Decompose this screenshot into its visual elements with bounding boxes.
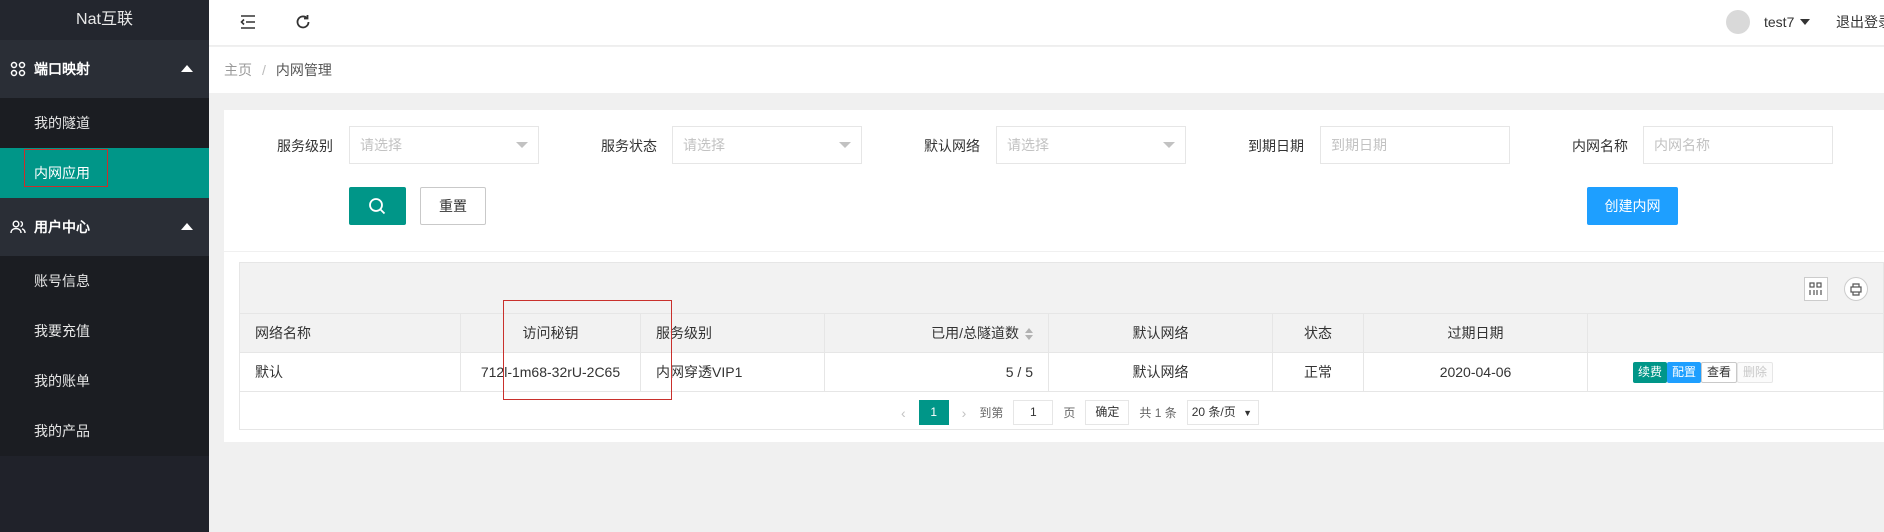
logout-link[interactable]: 退出登录 [1836,12,1884,32]
cell-tunnels: 5 / 5 [825,353,1049,391]
col-access-key: 访问秘钥 [461,314,641,352]
print-icon[interactable] [1844,277,1868,301]
service-status-label: 服务状态 [601,138,657,154]
avatar [1726,10,1750,34]
col-default-network: 默认网络 [1049,314,1273,352]
col-actions [1588,314,1883,352]
input-placeholder: 到期日期 [1331,137,1387,153]
service-level-label: 服务级别 [277,138,333,154]
cell-network-name: 默认 [240,353,461,391]
next-page-icon[interactable]: › [962,405,967,421]
columns-icon[interactable] [1804,277,1828,301]
goto-suffix: 页 [1063,406,1076,420]
network-name-input[interactable]: 内网名称 [1643,126,1833,164]
main-card: 服务级别 请选择 服务状态 请选择 默认网络 请选择 到期日期 到期日期 内网名… [224,110,1884,442]
caret-down-icon [1800,19,1811,25]
divider [224,251,1884,252]
input-placeholder: 内网名称 [1654,137,1710,153]
cell-service-level: 内网穿透VIP1 [641,353,825,391]
col-network-name: 网络名称 [240,314,461,352]
search-button[interactable] [349,187,406,225]
users-icon [10,219,26,235]
pagination: ‹ 1 › 到第 1 页 确定 共 1 条 20 条/页 ▼ [240,395,1884,430]
user-menu[interactable]: test7 [1726,10,1811,34]
select-placeholder: 请选择 [683,137,725,153]
menu-fold-icon[interactable] [238,12,258,32]
nav-group-label: 端口映射 [34,61,90,77]
config-button[interactable]: 配置 [1667,361,1702,383]
username: test7 [1764,14,1795,30]
col-tunnels-label: 已用/总隧道数 [931,325,1019,341]
nav-group-port-mapping[interactable]: 端口映射 [0,40,209,98]
view-button[interactable]: 查看 [1701,361,1738,383]
sidebar-item-intranet-apps[interactable]: 内网应用 [0,148,209,198]
cell-status: 正常 [1273,353,1364,391]
page-size-label: 20 条/页 [1191,405,1236,419]
cell-default-network: 默认网络 [1049,353,1273,391]
goto-confirm-button[interactable]: 确定 [1085,400,1130,425]
refresh-icon[interactable] [293,12,313,32]
col-service-level: 服务级别 [641,314,825,352]
cell-expire-date: 2020-04-06 [1364,353,1588,391]
breadcrumb-home[interactable]: 主页 [224,60,252,80]
nav-group-user-center[interactable]: 用户中心 [0,198,209,256]
total-count: 共 1 条 [1139,406,1177,420]
sort-icon[interactable] [1025,328,1033,341]
delete-button: 删除 [1737,361,1774,383]
chevron-down-icon [839,142,851,148]
search-icon [369,198,386,215]
default-network-select[interactable]: 请选择 [996,126,1186,164]
page-size-select[interactable]: 20 条/页 ▼ [1186,400,1259,425]
page-number-current[interactable]: 1 [918,400,949,425]
sidebar-item-account-info[interactable]: 账号信息 [0,256,209,306]
chevron-up-icon [181,223,193,230]
service-level-select[interactable]: 请选择 [349,126,539,164]
nav-group-label: 用户中心 [34,219,90,235]
expire-date-label: 到期日期 [1248,138,1304,154]
sidebar-item-recharge[interactable]: 我要充值 [0,306,209,356]
service-status-select[interactable]: 请选择 [672,126,862,164]
network-name-label: 内网名称 [1572,138,1628,154]
reset-button[interactable]: 重置 [420,187,486,225]
breadcrumb-current: 内网管理 [275,62,332,78]
select-placeholder: 请选择 [1007,137,1049,153]
goto-page-input[interactable]: 1 [1013,400,1054,425]
renew-button[interactable]: 续费 [1633,361,1668,383]
select-placeholder: 请选择 [360,137,402,153]
breadcrumb-separator: / [262,62,266,78]
chevron-down-icon [1163,142,1175,148]
highlight-box [24,149,108,187]
cell-actions: 续费 配置 查看 删除 [1588,353,1883,391]
sidebar-item-my-bills[interactable]: 我的账单 [0,356,209,406]
table-header: 网络名称 访问秘钥 服务级别 已用/总隧道数 默认网络 状态 过期日期 [240,314,1883,353]
breadcrumb: 主页 / 内网管理 [209,47,1884,93]
create-network-button[interactable]: 创建内网 [1587,187,1678,225]
sidebar-item-my-tunnels[interactable]: 我的隧道 [0,98,209,148]
cell-access-key: 712l-1m68-32rU-2C65 [461,353,641,391]
sidebar-item-my-products[interactable]: 我的产品 [0,406,209,456]
top-header: test7 退出登录 [209,0,1884,46]
col-tunnels[interactable]: 已用/总隧道数 [825,314,1049,352]
sidebar: Nat互联 端口映射 我的隧道 内网应用 用户中心 账号信息 我要充值 我的账单… [0,0,209,532]
col-expire-date: 过期日期 [1364,314,1588,352]
grid-icon [10,61,26,77]
data-table: 网络名称 访问秘钥 服务级别 已用/总隧道数 默认网络 状态 过期日期 默认 7… [239,262,1884,430]
chevron-up-icon [181,65,193,72]
table-row: 默认 712l-1m68-32rU-2C65 内网穿透VIP1 5 / 5 默认… [240,353,1883,392]
col-status: 状态 [1273,314,1364,352]
prev-page-icon[interactable]: ‹ [901,405,906,421]
app-logo[interactable]: Nat互联 [0,0,209,40]
chevron-down-icon [516,142,528,148]
expire-date-input[interactable]: 到期日期 [1320,126,1510,164]
table-toolbar [240,263,1883,314]
caret-down-icon: ▼ [1243,408,1253,418]
default-network-label: 默认网络 [924,138,980,154]
goto-prefix: 到第 [979,406,1004,420]
